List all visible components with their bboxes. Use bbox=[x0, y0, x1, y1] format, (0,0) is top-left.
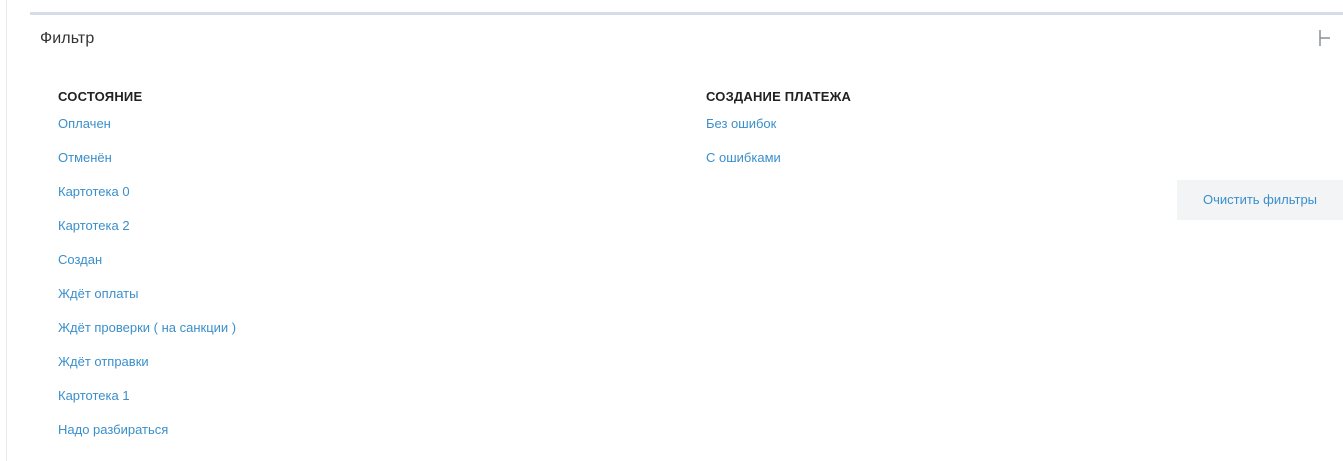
filter-option[interactable]: Ждёт отправки bbox=[58, 354, 149, 369]
list-item: Картотека 1 bbox=[58, 379, 236, 413]
filter-option[interactable]: Отменён bbox=[58, 150, 112, 165]
list-item: Создан bbox=[58, 243, 236, 277]
payment-creation-filter-list: Без ошибок С ошибками bbox=[706, 107, 851, 175]
filter-option[interactable]: Картотека 2 bbox=[58, 218, 130, 233]
list-item: Надо разбираться bbox=[58, 413, 236, 447]
panel-title: Фильтр bbox=[40, 30, 95, 47]
filter-option[interactable]: С ошибками bbox=[706, 150, 781, 165]
filter-option[interactable]: Ждёт оплаты bbox=[58, 286, 138, 301]
filter-panel: Фильтр СОСТОЯНИЕ Оплачен Отменён Картоте… bbox=[30, 12, 1343, 461]
filter-option[interactable]: Картотека 0 bbox=[58, 184, 130, 199]
filter-group-status: СОСТОЯНИЕ Оплачен Отменён Картотека 0 Ка… bbox=[58, 87, 236, 447]
list-item: Оплачен bbox=[58, 107, 236, 141]
filter-option[interactable]: Надо разбираться bbox=[58, 422, 168, 437]
filter-option[interactable]: Ждёт проверки ( на санкции ) bbox=[58, 320, 236, 335]
collapse-bar-icon[interactable] bbox=[1317, 29, 1331, 47]
list-item: Картотека 0 bbox=[58, 175, 236, 209]
status-filter-list: Оплачен Отменён Картотека 0 Картотека 2 … bbox=[58, 107, 236, 447]
list-item: Без ошибок bbox=[706, 107, 851, 141]
filter-group-payment-creation: СОЗДАНИЕ ПЛАТЕЖА Без ошибок С ошибками bbox=[706, 87, 851, 175]
group-title-payment-creation: СОЗДАНИЕ ПЛАТЕЖА bbox=[706, 89, 852, 104]
list-item: Ждёт отправки bbox=[58, 345, 236, 379]
filter-page: Фильтр СОСТОЯНИЕ Оплачен Отменён Картоте… bbox=[0, 0, 1343, 461]
filter-option[interactable]: Оплачен bbox=[58, 116, 111, 131]
filter-option[interactable]: Без ошибок bbox=[706, 116, 776, 131]
list-item: С ошибками bbox=[706, 141, 851, 175]
left-divider bbox=[6, 0, 7, 461]
list-item: Ждёт проверки ( на санкции ) bbox=[58, 311, 236, 345]
filter-option[interactable]: Создан bbox=[58, 252, 102, 267]
clear-filters-button[interactable]: Очистить фильтры bbox=[1177, 180, 1343, 220]
list-item: Картотека 2 bbox=[58, 209, 236, 243]
list-item: Отменён bbox=[58, 141, 236, 175]
filter-option[interactable]: Картотека 1 bbox=[58, 388, 130, 403]
list-item: Ждёт оплаты bbox=[58, 277, 236, 311]
group-title-status: СОСТОЯНИЕ bbox=[58, 89, 143, 104]
